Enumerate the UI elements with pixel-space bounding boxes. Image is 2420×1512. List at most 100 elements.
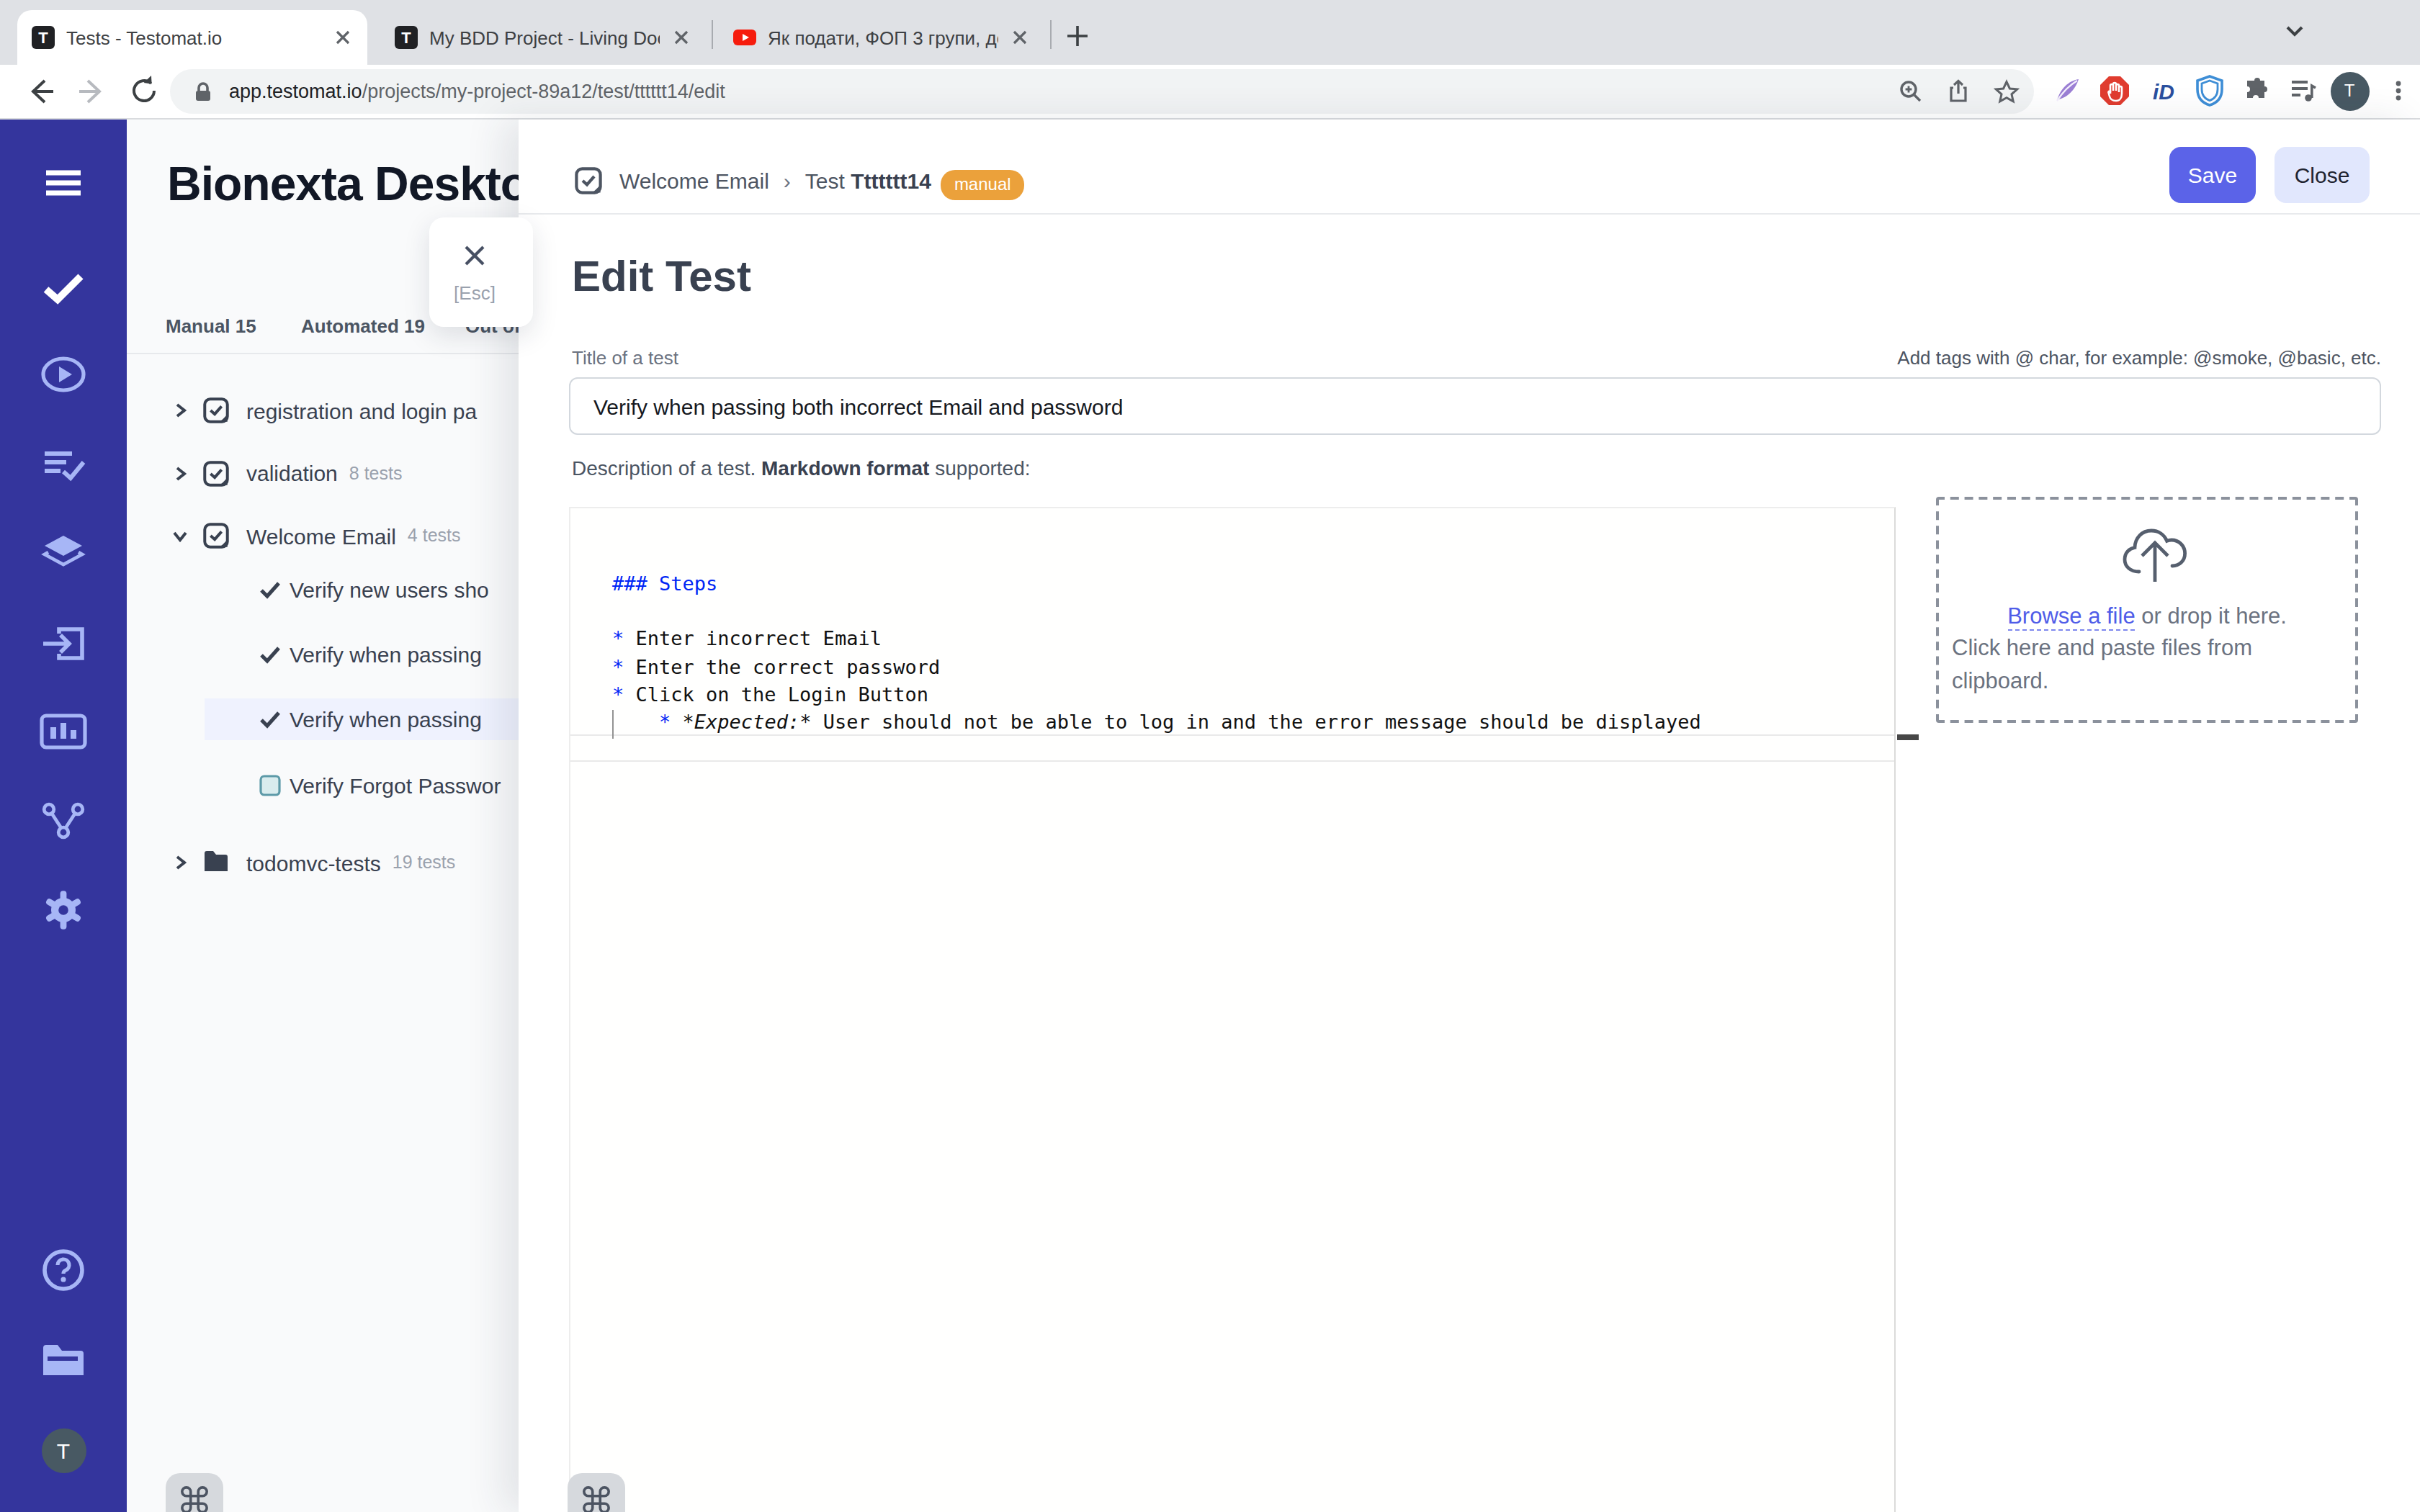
- page-title: Edit Test: [572, 252, 751, 301]
- breadcrumb-separator: ›: [784, 168, 791, 192]
- upload-dropzone[interactable]: Browse a file or drop it here. Click her…: [1936, 497, 2358, 723]
- tab-title: Tests - Testomat.io: [66, 27, 321, 48]
- help-icon[interactable]: [39, 1246, 88, 1295]
- suites-panel: Bionexta Deskto Manual 15 Automated 19 O…: [127, 120, 519, 1512]
- suite-icon: [203, 523, 229, 549]
- tree-suite-7[interactable]: todomvc-tests19 tests: [127, 842, 519, 883]
- code-line-0: ### Steps: [570, 570, 1894, 598]
- menu-icon[interactable]: [39, 158, 88, 207]
- editor-shortcut-button[interactable]: ⌘: [568, 1472, 625, 1512]
- title-input[interactable]: Verify when passing both incorrect Email…: [569, 377, 2381, 435]
- browser-tab-tests[interactable]: T Tests - Testomat.io: [17, 10, 367, 65]
- edit-test-modal: Welcome Email › Test Ttttttt14 manual Sa…: [519, 120, 2420, 1512]
- page: T Tests - Testomat.io T My BDD Project -…: [0, 0, 2420, 1512]
- browser-tab-youtube[interactable]: Як подати, ФОП 3 групи, дек: [719, 10, 1044, 65]
- extension-adblock-icon[interactable]: [2094, 71, 2135, 111]
- share-icon[interactable]: [1946, 79, 1971, 104]
- folder-icon[interactable]: [39, 1335, 88, 1384]
- folder-icon: [203, 850, 229, 876]
- save-button[interactable]: Save: [2169, 147, 2256, 203]
- tree-label: Welcome Email: [246, 523, 396, 548]
- test-check-icon: [259, 709, 281, 731]
- extension-id-icon[interactable]: iD: [2143, 71, 2184, 111]
- code-line-6: [570, 734, 1894, 762]
- plans-list-icon[interactable]: [39, 439, 88, 488]
- signin-icon[interactable]: [39, 619, 88, 668]
- new-tab-button[interactable]: [1060, 19, 1095, 53]
- tree-suite-1[interactable]: validation8 tests: [127, 452, 519, 494]
- youtube-favicon: [733, 26, 756, 49]
- description-editor[interactable]: ### Steps* Enter incorrect Email* Enter …: [569, 507, 1896, 1512]
- tree-count: 4 tests: [408, 526, 461, 546]
- tree-label: Verify when passing: [290, 708, 482, 732]
- address-bar[interactable]: app.testomat.io/projects/my-project-89a1…: [170, 69, 2034, 114]
- title-field-label: Title of a test: [572, 347, 678, 369]
- suite-icon: [575, 166, 602, 194]
- tab-title: My BDD Project - Living Docum: [429, 27, 660, 48]
- chevron-right-icon[interactable]: [171, 854, 189, 871]
- tab-close-icon[interactable]: [668, 24, 694, 50]
- close-button[interactable]: Close: [2275, 147, 2370, 203]
- branch-icon[interactable]: [39, 796, 88, 845]
- tests-check-icon[interactable]: [39, 264, 88, 312]
- tab-title: Як подати, ФОП 3 групи, дек: [768, 27, 998, 48]
- modal-close-card[interactable]: [Esc]: [429, 217, 533, 327]
- tree-label: todomvc-tests: [246, 850, 381, 875]
- tab-search-chevron-icon[interactable]: [2280, 16, 2309, 45]
- chevron-right-icon[interactable]: [171, 402, 189, 419]
- code-line-4: * Click on the Login Button: [570, 681, 1894, 708]
- tree-label: Verify when passing: [290, 642, 482, 667]
- breadcrumb-suite-link[interactable]: Welcome Email: [619, 168, 769, 192]
- tree-count: 8 tests: [349, 463, 403, 483]
- upload-cloud-icon: [1939, 524, 2355, 585]
- close-icon[interactable]: [464, 245, 485, 266]
- esc-hint: [Esc]: [429, 282, 520, 304]
- tab-separator: [1050, 20, 1052, 49]
- tree-test-5[interactable]: Verify when passing: [205, 699, 519, 741]
- browser-menu-kebab-icon[interactable]: [2378, 71, 2419, 111]
- chevron-right-icon[interactable]: [171, 464, 189, 482]
- app-root: T Bionexta Deskto Manual 15 Automated 19…: [0, 120, 2420, 1512]
- breadcrumb: Welcome Email › Test Ttttttt14 manual: [575, 154, 1024, 206]
- extension-feather-icon[interactable]: [2047, 71, 2087, 111]
- upload-paste-text: Click here and paste files from clipboar…: [1952, 631, 2298, 698]
- editor-code: ### Steps* Enter incorrect Email* Enter …: [570, 570, 1894, 762]
- user-avatar[interactable]: T: [39, 1426, 88, 1475]
- editor-scrollbar-thumb[interactable]: [1897, 734, 1918, 740]
- test-check-icon: [259, 644, 281, 665]
- left-nav-rail: T: [0, 120, 127, 1512]
- extension-shield-icon[interactable]: [2190, 71, 2230, 111]
- tree-suite-0[interactable]: registration and login pa: [127, 390, 519, 431]
- tab-manual[interactable]: Manual 15: [166, 315, 256, 337]
- tab-close-icon[interactable]: [1007, 24, 1033, 50]
- tree-test-4[interactable]: Verify when passing: [127, 634, 519, 675]
- tree-test-6[interactable]: Verify Forgot Passwor: [127, 764, 519, 806]
- zoom-icon[interactable]: [1899, 79, 1923, 104]
- code-line-5: * *Expected:* User should not be able to…: [570, 708, 1894, 736]
- analytics-icon[interactable]: [39, 707, 88, 756]
- profile-avatar[interactable]: T: [2329, 71, 2370, 111]
- reload-button[interactable]: [122, 69, 166, 112]
- tree-label: Verify new users sho: [290, 577, 489, 601]
- upload-text-line: Browse a file or drop it here.: [1939, 603, 2355, 629]
- tree-test-3[interactable]: Verify new users sho: [127, 568, 519, 610]
- extension-playlist-icon[interactable]: [2283, 71, 2323, 111]
- panel-shortcut-button[interactable]: ⌘: [166, 1472, 223, 1512]
- runs-play-icon[interactable]: [39, 350, 88, 399]
- browse-file-link[interactable]: Browse a file: [2007, 603, 2135, 631]
- tree-label: registration and login pa: [246, 398, 477, 423]
- browser-tab-bdd[interactable]: T My BDD Project - Living Docum: [380, 10, 706, 65]
- extensions-puzzle-icon[interactable]: [2237, 71, 2277, 111]
- test-check-icon: [259, 578, 281, 600]
- project-title: Bionexta Deskto: [167, 157, 519, 212]
- tab-close-icon[interactable]: [330, 24, 356, 50]
- gear-icon[interactable]: [39, 886, 88, 935]
- forward-button[interactable]: [71, 69, 114, 112]
- layers-icon[interactable]: [39, 527, 88, 576]
- bookmark-star-icon[interactable]: [1994, 78, 2020, 104]
- tab-automated[interactable]: Automated 19: [301, 315, 425, 337]
- tree-suite-2[interactable]: Welcome Email 4 tests: [127, 515, 519, 557]
- back-button[interactable]: [19, 69, 62, 112]
- chevron-down-icon[interactable]: [171, 527, 189, 544]
- suites-tree: registration and login pa validation8 tes…: [127, 354, 519, 1218]
